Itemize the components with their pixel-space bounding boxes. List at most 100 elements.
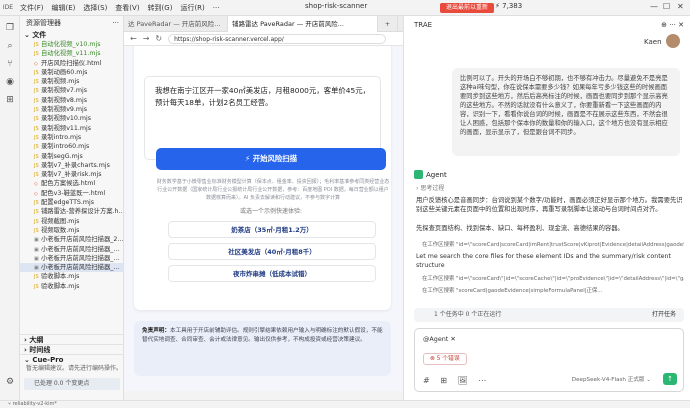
search-icon[interactable]: ⌕ [4, 40, 16, 52]
back-icon[interactable]: ← [130, 34, 137, 43]
file-item-label: 验收脚本.mjs [41, 282, 80, 290]
file-item[interactable]: JS 视频取数.mjs [20, 226, 123, 235]
menu-file[interactable]: 文件(F) [16, 3, 48, 13]
debug-icon[interactable]: ◉ [4, 76, 16, 88]
error-chip[interactable]: ⊗ 5 个错误 [423, 353, 467, 365]
file-item[interactable]: ◇ 配色v3-鞋蓝既一.html [20, 189, 123, 198]
cue-pro-section[interactable]: ⌄ Cue-Pro [20, 354, 123, 364]
file-item-label: 录制视频v11.mjs [41, 124, 92, 132]
search-step-1[interactable]: 在工作区搜索 "id=\"scoreCard|scoreCard|imRent|… [422, 240, 684, 248]
model-selector[interactable]: DeepSeek-V4-Flash 正式版 ⌄ [572, 375, 651, 383]
minimize-icon[interactable]: — [650, 2, 658, 11]
files-icon[interactable]: ❐ [4, 22, 16, 34]
file-item-label: 小老板开店前风险扫描器_2... [41, 236, 123, 244]
menu-go[interactable]: 转到(G) [144, 3, 177, 13]
reload-icon[interactable]: ↻ [155, 34, 162, 43]
file-item[interactable]: JS 录制视频v11.mjs [20, 124, 123, 133]
menu-edit[interactable]: 编辑(E) [48, 3, 80, 13]
chat-input-box[interactable]: @Agent ✕ ⊗ 5 个错误 # ⊞ 🖼 ⋯ DeepSeek-V4-Fla… [414, 328, 684, 392]
forward-icon[interactable]: → [143, 34, 150, 43]
agent-mention-chip[interactable]: @Agent ✕ [423, 335, 456, 343]
start-scan-button[interactable]: ⚡ 开始风险扫描 [156, 148, 386, 170]
explorer-title: 资源管理器 [26, 19, 61, 27]
files-section[interactable]: ⌄ 文件 [20, 30, 123, 40]
file-item[interactable]: JS 录制视频.mjs [20, 77, 123, 86]
js-file-icon: JS [34, 79, 39, 86]
file-item[interactable]: ◇ 配色方案候选.html [20, 179, 123, 188]
file-item[interactable]: ▣ 小老板开店前风险扫描器_... [20, 254, 123, 263]
file-item[interactable]: JS 录制视频v9.mjs [20, 105, 123, 114]
thinking-toggle[interactable]: › 思考过程 [416, 183, 444, 192]
file-item-label: 录制视频.mjs [41, 78, 80, 86]
example-hair-salon[interactable]: 社区美发店（40㎡·月租8千） [168, 243, 376, 260]
timeline-label: 时间线 [29, 346, 51, 354]
update-badge[interactable]: 退出最前以重新 [440, 3, 495, 13]
file-item-label: 录制视频v10.mjs [41, 115, 92, 123]
file-item-label: 录制intro60.mjs [41, 143, 90, 151]
outline-section[interactable]: › 大纲 [20, 334, 123, 344]
git-icon[interactable]: ⑂ [4, 58, 16, 70]
extensions-icon[interactable]: ⊞ [4, 94, 16, 106]
file-item[interactable]: ▣ 小老板开店前风险扫描器_... [20, 245, 123, 254]
file-item[interactable]: JS 视频截图.mjs [20, 217, 123, 226]
file-item-label: 录制intro.mjs [41, 133, 82, 141]
file-item[interactable]: JS 录制intro60.mjs [20, 142, 123, 151]
more-icon[interactable]: ··· [112, 16, 119, 30]
menu-more[interactable]: ··· [209, 4, 224, 12]
example-night-market[interactable]: 夜市炸串摊（低成本试错） [168, 265, 376, 282]
js-file-icon: JS [34, 200, 39, 207]
file-item[interactable]: JS 录制intro.mjs [20, 133, 123, 142]
image-file-icon: ▣ [34, 255, 39, 262]
agent-paragraph-3: Let me search the core files for these e… [416, 253, 672, 269]
js-file-icon: JS [34, 144, 39, 151]
new-tab-button[interactable]: + [378, 16, 398, 32]
file-item[interactable]: JS 自动化视频_v10.mjs [20, 40, 123, 49]
settings-icon[interactable]: ⚙ [4, 376, 16, 388]
input-tools[interactable]: # ⊞ 🖼 ⋯ [423, 376, 490, 385]
web-page: 我想在南宁江区开一家40㎡美发店，月租8000元，客单价45元，预计每天18单，… [124, 46, 403, 391]
file-item-label: 录制segG.mjs [41, 152, 83, 160]
file-item-label: 铺路雷达-营养探设计方案.h... [41, 208, 123, 216]
file-item[interactable]: JS 配置edgeTTS.mjs [20, 198, 123, 207]
timeline-section[interactable]: › 时间线 [20, 344, 123, 354]
close-icon[interactable]: ✕ [677, 2, 684, 11]
file-item[interactable]: JS 自动化视频_v11.mjs [20, 49, 123, 58]
open-tasks-button[interactable]: 打开任务 [652, 308, 676, 322]
file-item-label: 视频截图.mjs [41, 217, 80, 225]
tab-paveradar-1[interactable]: 达 PaveRadar — 开店前风险... [124, 16, 228, 32]
file-item[interactable]: JS 录制v7_补录risk.mjs [20, 170, 123, 179]
file-item[interactable]: ▣ 小老板开店前风险扫描器_... [20, 263, 123, 273]
file-item[interactable]: JS 录制视频v7.mjs [20, 86, 123, 95]
tab-paveradar-2[interactable]: 铺路雷达 PaveRadar — 开店前风险... [228, 16, 378, 32]
file-item[interactable]: JS 录制segG.mjs [20, 152, 123, 161]
methodology-note: 财务数学基于小微零售业标准财务模型计算（保本点、租金率、投资回报）；毛利率基准参… [156, 179, 390, 201]
menu-selection[interactable]: 选择(S) [79, 3, 111, 13]
agent-paragraph-2: 先探查页面结构、找到保本、缺口、每杯盈利、现金流、高德结果的容器。 [416, 225, 624, 232]
search-step-2[interactable]: 在工作区搜索 "id=\"scoreCard\"|id=\"scoreCache… [422, 274, 684, 282]
file-item[interactable]: ◇ 开店风险扫描仪.html [20, 59, 123, 68]
files-section-label: 文件 [32, 31, 47, 39]
file-item[interactable]: JS 录制v7_补录charts.mjs [20, 161, 123, 170]
file-item[interactable]: JS 录制动画60.mjs [20, 68, 123, 77]
file-item[interactable]: ▣ 小老板开店前风险扫描器_2... [20, 235, 123, 244]
file-item[interactable]: JS 验收脚本.mjs [20, 282, 123, 291]
url-input[interactable]: https://shop-risk-scanner.vercel.app/ [168, 33, 387, 44]
menu-run[interactable]: 运行(R) [176, 3, 208, 13]
search-step-3[interactable]: 在工作区搜索 "scoreCard|gaodeEvidence|simpleFo… [422, 286, 684, 294]
js-file-icon: JS [34, 116, 39, 123]
explorer-header: 资源管理器 ··· [20, 16, 123, 30]
send-button[interactable]: ↑ [663, 373, 677, 385]
file-item-label: 小老板开店前风险扫描器_... [41, 245, 120, 253]
file-item[interactable]: JS 录制视频v10.mjs [20, 114, 123, 123]
maximize-icon[interactable]: ☐ [663, 2, 670, 11]
menu-bar: IDE 文件(F) 编辑(E) 选择(S) 查看(V) 转到(G) 运行(R) … [0, 0, 690, 16]
menu-view[interactable]: 查看(V) [111, 3, 143, 13]
file-item-label: 配置edgeTTS.mjs [41, 199, 95, 207]
panel-actions-icon[interactable]: ⊕ ··· ✕ [661, 16, 684, 34]
branch-name[interactable]: reliability-v2-kim* [13, 401, 57, 407]
example-tea-shop[interactable]: 奶茶店（35㎡·月租1.2万） [168, 221, 376, 238]
task-status-text: 1 个任务中 0 个正在运行 [434, 311, 502, 318]
file-item[interactable]: JS 验收脚本.mjs [20, 272, 123, 281]
file-item[interactable]: JS 录制视频v8.mjs [20, 96, 123, 105]
file-item[interactable]: JS 铺路雷达-营养探设计方案.h... [20, 207, 123, 216]
